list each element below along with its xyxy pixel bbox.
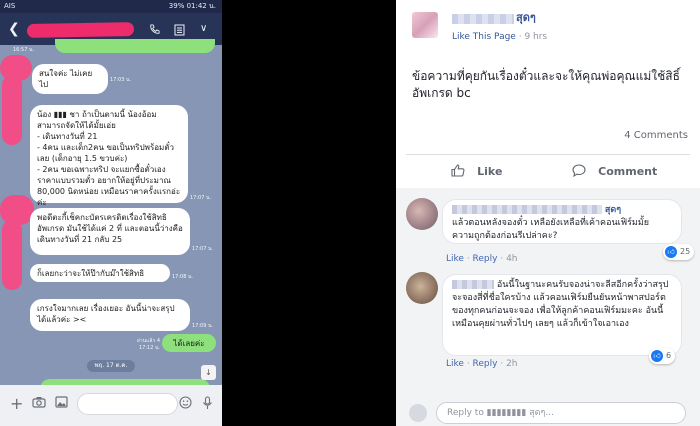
comment-bubble: สุดๆ แล้วตอนหลังจองตั๋ว เหลือยังเหลือที่… [442, 199, 682, 244]
message-time: 17:12 น. [138, 345, 160, 351]
redaction-mark [2, 220, 22, 290]
commenter-avatar[interactable] [406, 272, 438, 304]
post-age[interactable]: 9 hrs [524, 32, 547, 42]
comment-actions: Like · Reply · 2h [446, 359, 518, 369]
comments-section: สุดๆ แล้วตอนหลังจองตั๋ว เหลือยังเหลือที่… [396, 188, 700, 398]
comment-like-link[interactable]: Like [446, 254, 464, 264]
comment-age[interactable]: 4h [506, 254, 517, 264]
plus-icon[interactable]: + [10, 396, 23, 412]
redacted-contact-name [26, 22, 135, 38]
comment-reply-link[interactable]: Reply [473, 254, 498, 264]
chat-area[interactable]: 16:57 น. สนใจค่ะ ไม่เคยไป 17:03 น. น้อง … [0, 39, 222, 391]
chat-bubble: ก็เลยกะว่าจะให้ป๊ากับม๊าใช้สิทธิ [30, 264, 170, 282]
carrier-label: AIS [4, 2, 16, 10]
facebook-post: สุดๆ Like This Page · 9 hrs ข้อความที่คุ… [396, 0, 700, 426]
like-page-link[interactable]: Like This Page [452, 32, 516, 42]
post-meta: Like This Page · 9 hrs [452, 31, 547, 43]
comment-like-link[interactable]: Like [446, 359, 464, 369]
chat-bubble-sent: ได้เลยค่ะ [162, 334, 216, 352]
comment-text: แล้วตอนหลังจองตั๋ว เหลือยังเหลือที่เค้าค… [452, 218, 650, 241]
redacted-page-name [452, 14, 514, 24]
reaction-count[interactable]: 👍︎ 25 [663, 244, 695, 260]
redacted-commenter-name [452, 280, 494, 289]
commenter-avatar[interactable] [406, 198, 438, 230]
message-time: 17:03 น. [110, 77, 132, 83]
message-time: 16:57 น. [12, 47, 34, 53]
line-chat-screenshot: AIS 39% 01:42 น. ❮ ∨ 16:57 น. สนใจค่ะ ไม… [0, 0, 222, 426]
commenter-name[interactable]: สุดๆ [605, 205, 621, 215]
divider [406, 154, 690, 155]
comment-icon [572, 164, 590, 179]
comment-actions: Like · Reply · 4h [446, 254, 518, 264]
message-time: 17:07 น. [190, 195, 212, 201]
screenshot-root: AIS 39% 01:42 น. ❮ ∨ 16:57 น. สนใจค่ะ ไม… [0, 0, 700, 426]
read-receipt: อ่านแล้ว 4 [136, 338, 160, 344]
page-avatar[interactable] [412, 12, 438, 38]
battery-time-label: 39% 01:42 น. [168, 2, 216, 10]
chat-bubble: สนใจค่ะ ไม่เคยไป [32, 64, 108, 94]
comment-age[interactable]: 2h [506, 359, 517, 369]
emoji-icon[interactable] [179, 396, 192, 414]
like-reaction-icon: 👍︎ [651, 349, 663, 362]
camera-icon[interactable] [32, 396, 46, 413]
reaction-number: 25 [680, 247, 691, 256]
message-time: 17:09 น. [192, 323, 214, 329]
reaction-number: 6 [666, 351, 672, 360]
phone-status-bar: AIS 39% 01:42 น. [0, 0, 222, 13]
like-reaction-icon: 👍︎ [665, 245, 677, 258]
reply-bar: Reply to ▮▮▮▮▮▮▮▮ สุดๆ... [396, 398, 700, 426]
chat-bubble-cutoff [55, 39, 215, 53]
date-divider: พฤ. 17 ต.ค. [87, 360, 135, 372]
microphone-icon[interactable] [202, 396, 213, 415]
chat-bubble: น้อง ▮▮▮ ชา ถ้าเป็นตามนี้ น้องอ้อม สามาร… [30, 105, 188, 207]
message-time: 17:07 น. [192, 246, 214, 252]
comment-label: Comment [598, 165, 658, 178]
like-label: Like [477, 165, 503, 178]
user-avatar [409, 404, 427, 422]
like-button[interactable]: Like [451, 160, 502, 184]
message-time: 17:08 น. [172, 274, 194, 280]
message-input[interactable] [77, 393, 178, 415]
comment-count[interactable]: 4 Comments [624, 129, 688, 143]
reaction-count[interactable]: 👍︎ 6 [649, 348, 676, 364]
post-text: ข้อความที่คุยกันเรื่องตั๋วและจะให้คุณพ่อ… [412, 69, 680, 100]
image-icon[interactable] [55, 396, 68, 413]
chat-input-bar: + [0, 385, 222, 426]
chat-bubble: พอดีตะกี้เช็คกะบัตรเครดิตเรื่องใช้สิทธิอ… [30, 208, 190, 255]
back-icon[interactable]: ❮ [8, 13, 20, 45]
thumbs-up-icon [451, 164, 469, 179]
comment-reply-link[interactable]: Reply [473, 359, 498, 369]
scroll-down-button[interactable]: ↓ [201, 365, 216, 380]
redacted-commenter-name [452, 205, 602, 214]
comment-button[interactable]: Comment [572, 160, 657, 184]
chat-bubble: เกรงใจมากเลย เรื่องเยอะ อันนี้น่าจะสรุปไ… [30, 299, 190, 331]
redaction-mark [2, 75, 22, 145]
reply-input[interactable]: Reply to ▮▮▮▮▮▮▮▮ สุดๆ... [436, 402, 686, 424]
comment-bubble: อันนี้ในฐานะคนรับจองน่าจะลีสอีกครั้งว่าส… [442, 274, 682, 356]
page-name[interactable]: สุดๆ [516, 11, 536, 25]
